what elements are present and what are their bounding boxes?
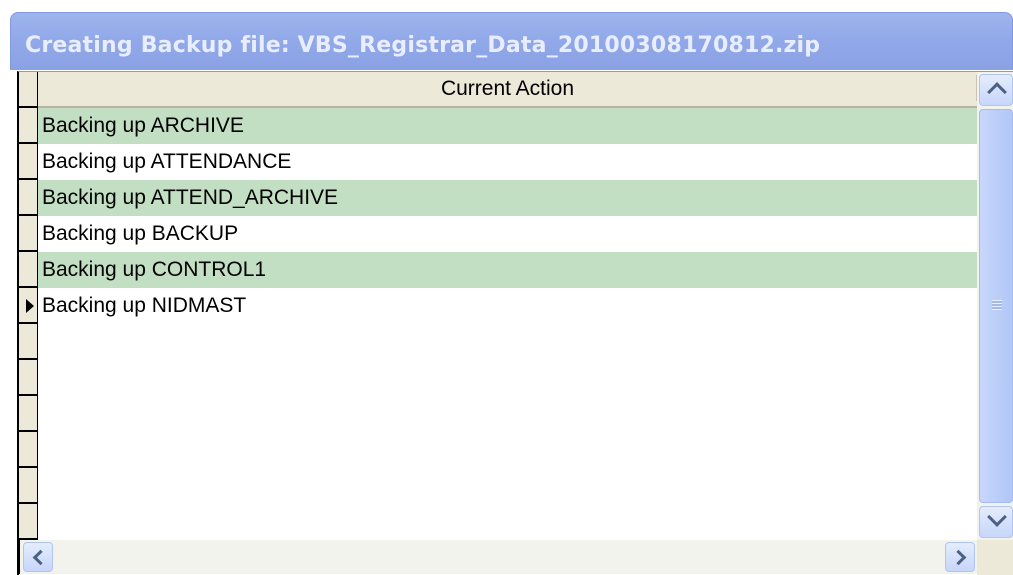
- title-bar[interactable]: Creating Backup file: VBS_Registrar_Data…: [10, 12, 1013, 70]
- record-selector-column: [19, 72, 38, 540]
- chevron-up-icon: [987, 82, 1007, 102]
- cell-current-action[interactable]: Backing up ARCHIVE: [42, 114, 244, 137]
- scroll-left-button[interactable]: [23, 542, 53, 572]
- horizontal-scrollbar[interactable]: [19, 540, 977, 574]
- record-selector[interactable]: [19, 216, 37, 252]
- scroll-right-button[interactable]: [945, 542, 975, 572]
- chevron-down-icon: [987, 507, 1007, 527]
- record-selector[interactable]: [19, 396, 37, 432]
- record-selector[interactable]: [19, 324, 37, 360]
- record-selector[interactable]: [19, 180, 37, 216]
- scrollbar-corner: [977, 540, 1013, 575]
- grip-icon: [992, 300, 1002, 310]
- chevron-right-icon: [950, 549, 967, 566]
- column-header-label: Current Action: [440, 77, 575, 100]
- cell-current-action[interactable]: Backing up ATTENDANCE: [42, 150, 291, 173]
- select-all-cell[interactable]: [19, 72, 37, 108]
- vertical-scroll-thumb[interactable]: [979, 109, 1013, 503]
- record-selector-current[interactable]: [19, 288, 37, 324]
- record-selector[interactable]: [19, 360, 37, 396]
- record-selector[interactable]: [19, 252, 37, 288]
- cell-current-action[interactable]: Backing up BACKUP: [42, 222, 238, 245]
- record-selector[interactable]: [19, 144, 37, 180]
- scroll-up-button[interactable]: [979, 74, 1013, 106]
- record-selector[interactable]: [19, 108, 37, 144]
- backup-progress-window: Creating Backup file: VBS_Registrar_Data…: [0, 0, 1013, 575]
- table-row-current[interactable]: Backing up NIDMAST: [38, 288, 977, 324]
- record-selector[interactable]: [19, 432, 37, 468]
- chevron-left-icon: [32, 549, 49, 566]
- table-row[interactable]: Backing up ATTEND_ARCHIVE: [38, 180, 977, 216]
- record-selector[interactable]: [19, 504, 37, 540]
- cell-current-action[interactable]: Backing up NIDMAST: [42, 294, 246, 317]
- scroll-down-button[interactable]: [979, 506, 1013, 538]
- vertical-scrollbar[interactable]: [977, 72, 1013, 540]
- record-selector[interactable]: [19, 468, 37, 504]
- table-row[interactable]: Backing up CONTROL1: [38, 252, 977, 288]
- record-pointer-icon: [26, 299, 34, 313]
- table-row[interactable]: Backing up ATTENDANCE: [38, 144, 977, 180]
- datasheet-grid: Current Action Backing up ARCHIVE Backin…: [17, 71, 1013, 575]
- cell-current-action[interactable]: Backing up ATTEND_ARCHIVE: [42, 186, 338, 209]
- table-row[interactable]: Backing up ARCHIVE: [38, 108, 977, 144]
- cell-current-action[interactable]: Backing up CONTROL1: [42, 258, 266, 281]
- column-header-current-action[interactable]: Current Action: [38, 72, 978, 108]
- window-title: Creating Backup file: VBS_Registrar_Data…: [25, 33, 821, 58]
- table-row[interactable]: Backing up BACKUP: [38, 216, 977, 252]
